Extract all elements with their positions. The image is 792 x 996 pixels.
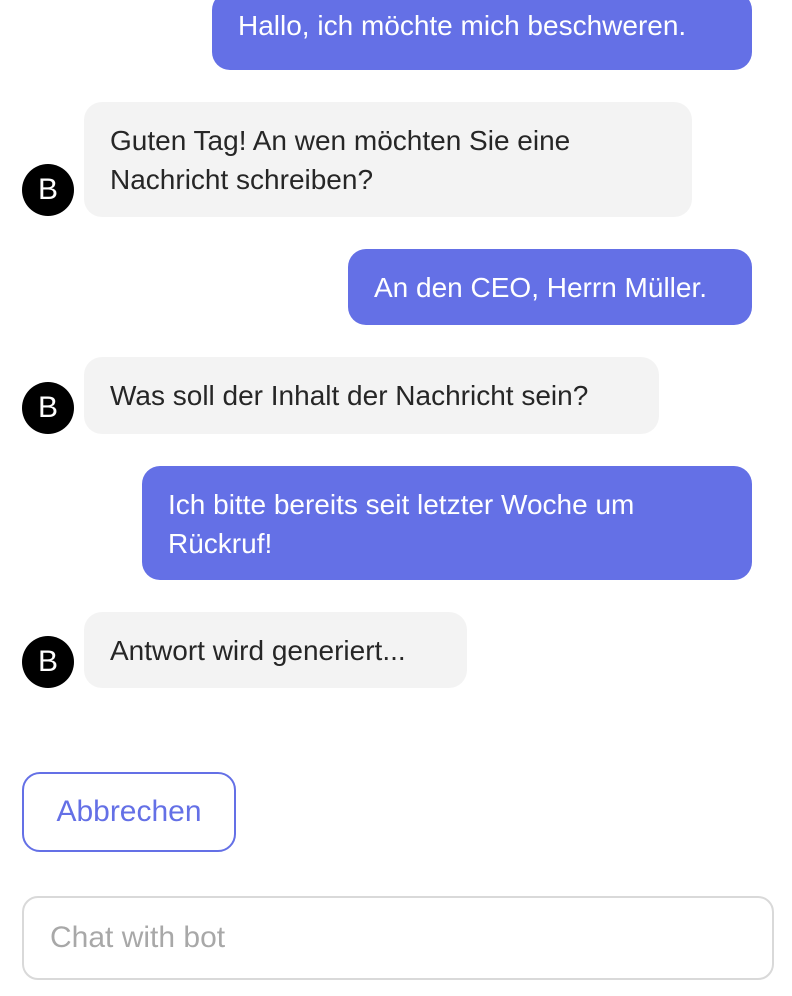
user-message-bubble: An den CEO, Herrn Müller. <box>348 249 752 325</box>
bot-avatar-letter: B <box>37 645 58 678</box>
cancel-button[interactable]: Abbrechen <box>22 772 236 852</box>
bot-message-text: Antwort wird generiert... <box>110 635 406 666</box>
user-message-bubble: Ich bitte bereits seit letzter Woche um … <box>142 466 752 580</box>
message-user: Hallo, ich möchte mich beschweren. <box>0 0 792 70</box>
message-bot: B Guten Tag! An wen möchten Sie eine Nac… <box>0 102 792 217</box>
bot-avatar: B <box>22 164 74 216</box>
bot-message-text: Guten Tag! An wen möchten Sie eine Nachr… <box>110 125 571 195</box>
bot-avatar: B <box>22 636 74 688</box>
chat-history: Hallo, ich möchte mich beschweren. B Gut… <box>0 0 792 720</box>
user-message-text: Ich bitte bereits seit letzter Woche um … <box>168 489 635 559</box>
message-bot: B Was soll der Inhalt der Nachricht sein… <box>0 357 792 434</box>
message-user: An den CEO, Herrn Müller. <box>0 249 792 325</box>
message-user: Ich bitte bereits seit letzter Woche um … <box>0 466 792 580</box>
user-message-bubble: Hallo, ich möchte mich beschweren. <box>212 0 752 70</box>
bot-avatar: B <box>22 382 74 434</box>
bot-message-bubble: Antwort wird generiert... <box>84 612 467 688</box>
chat-input[interactable] <box>22 896 774 980</box>
bot-avatar-letter: B <box>37 173 58 206</box>
user-message-text: An den CEO, Herrn Müller. <box>374 272 708 303</box>
message-bot: B Antwort wird generiert... <box>0 612 792 688</box>
bot-message-text: Was soll der Inhalt der Nachricht sein? <box>110 380 589 411</box>
bot-message-bubble: Guten Tag! An wen möchten Sie eine Nachr… <box>84 102 692 217</box>
bot-avatar-letter: B <box>37 391 58 424</box>
bot-message-bubble: Was soll der Inhalt der Nachricht sein? <box>84 357 659 434</box>
user-message-text: Hallo, ich möchte mich beschweren. <box>238 10 687 41</box>
